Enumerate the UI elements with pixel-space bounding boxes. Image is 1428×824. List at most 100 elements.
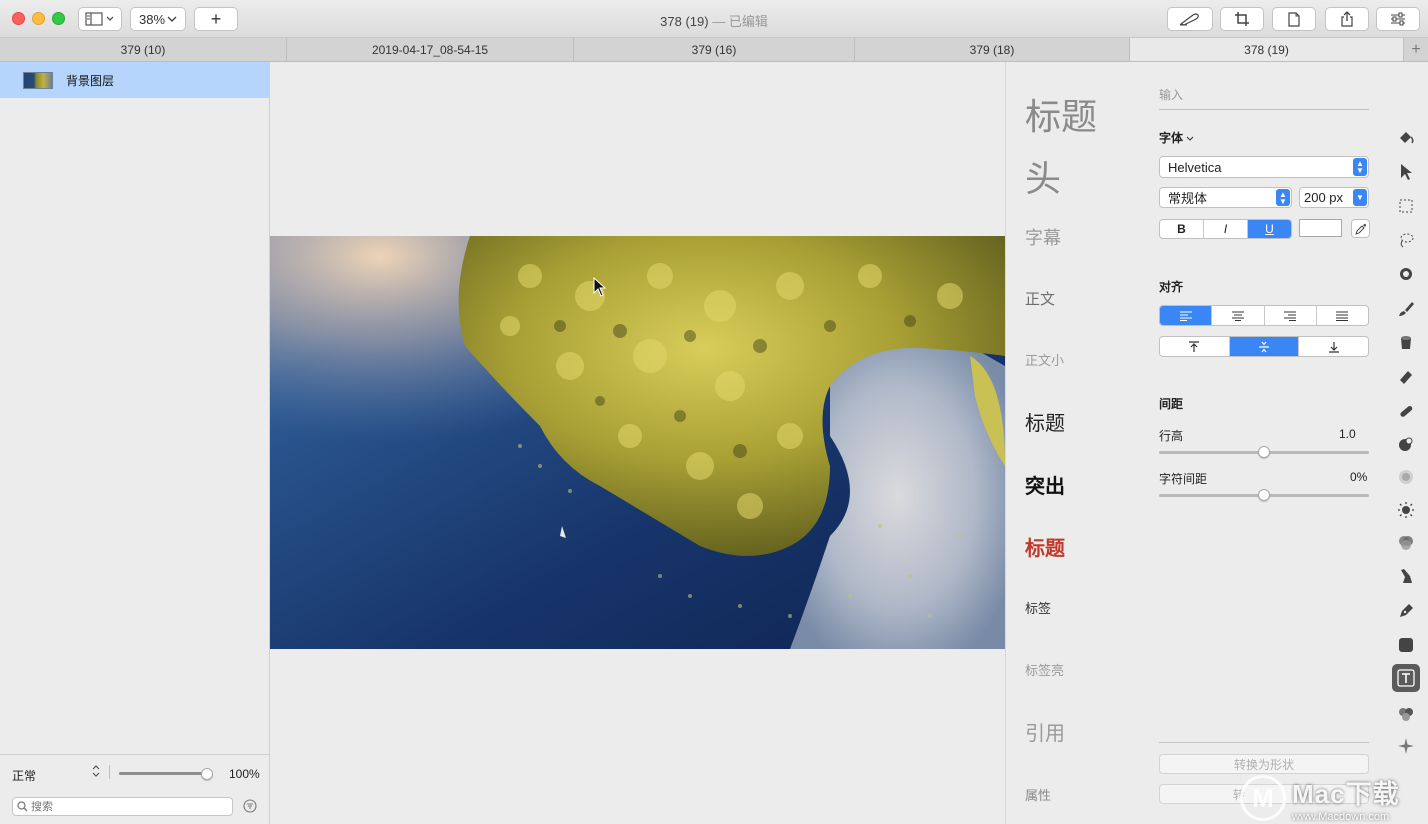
font-style-select[interactable]: 常规体 ▲ ▼	[1159, 187, 1292, 208]
new-tab-button[interactable]: +	[1404, 38, 1428, 61]
marquee-select-icon[interactable]	[1392, 192, 1420, 220]
italic-label: I	[1223, 222, 1228, 236]
style-heading[interactable]: 标题	[1025, 407, 1065, 436]
crop-button[interactable]	[1220, 7, 1264, 31]
effects-icon[interactable]	[1392, 700, 1420, 728]
align-right-button[interactable]	[1265, 306, 1317, 325]
style-heading-red[interactable]: 标题	[1025, 532, 1065, 561]
align-left-icon	[1179, 311, 1192, 321]
align-middle-button[interactable]	[1229, 337, 1300, 356]
text-input-field[interactable]: 输入	[1159, 86, 1369, 110]
text-style-list: 标题 头 字幕 正文 正文小 标题 突出 标题 标签 标签亮 引用 属性	[1005, 62, 1142, 824]
underline-button[interactable]: U	[1248, 220, 1291, 238]
eyedropper-button[interactable]	[1351, 219, 1370, 238]
font-family-value: Helvetica	[1168, 159, 1222, 175]
style-body[interactable]: 正文	[1025, 288, 1055, 309]
eraser-icon[interactable]	[1392, 363, 1420, 391]
font-size-value: 200 px	[1304, 190, 1344, 205]
style-subtitle[interactable]: 字幕	[1025, 224, 1061, 250]
layer-search-input[interactable]	[31, 800, 221, 813]
share-icon	[1341, 11, 1353, 27]
sun-icon[interactable]	[1392, 496, 1420, 524]
bandage-icon[interactable]	[1392, 397, 1420, 425]
filter-icon[interactable]	[243, 799, 257, 818]
lasso-icon[interactable]	[1392, 226, 1420, 254]
opacity-slider-knob[interactable]	[201, 768, 213, 780]
blur-icon[interactable]	[1392, 463, 1420, 491]
watermark: M Mac下载 www.Macdown.com	[1240, 772, 1428, 824]
shape-icon[interactable]	[1392, 631, 1420, 659]
style-emphasis[interactable]: 突出	[1025, 470, 1065, 499]
horizontal-align-segment	[1159, 305, 1369, 326]
color-adjust-icon[interactable]	[1392, 529, 1420, 557]
italic-button[interactable]: I	[1204, 220, 1248, 238]
tab-379-16[interactable]: 379 (16)	[574, 38, 855, 61]
opacity-slider-fill	[119, 772, 207, 775]
edited-indicator: — 已编辑	[712, 14, 768, 29]
bucket-fill-icon[interactable]	[1392, 329, 1420, 357]
tab-label: 378 (19)	[1244, 42, 1289, 57]
canvas-area[interactable]	[270, 62, 1005, 824]
stepper-arrows-icon: ▲ ▼	[1353, 158, 1367, 176]
clone-icon[interactable]	[1392, 430, 1420, 458]
align-justify-button[interactable]	[1317, 306, 1368, 325]
sliders-icon	[1391, 12, 1405, 26]
tab-378-19[interactable]: 378 (19)	[1130, 38, 1404, 61]
smudge-icon[interactable]	[1392, 562, 1420, 590]
tab-379-18[interactable]: 379 (18)	[855, 38, 1130, 61]
paint-bucket-icon[interactable]	[1392, 123, 1420, 151]
watermark-url: www.Macdown.com	[1292, 810, 1390, 823]
crop-icon	[1235, 12, 1249, 26]
style-title-large[interactable]: 标题	[1025, 88, 1097, 140]
style-quote[interactable]: 引用	[1025, 717, 1065, 746]
layer-controls: 正常 100%	[0, 754, 269, 824]
magic-select-icon[interactable]	[1392, 260, 1420, 288]
char-spacing-label: 字符间距	[1159, 472, 1208, 486]
arrow-select-icon[interactable]	[1392, 158, 1420, 186]
align-bottom-button[interactable]	[1299, 337, 1368, 356]
blend-mode-select[interactable]: 正常	[12, 767, 36, 784]
tab-label: 379 (18)	[969, 42, 1015, 57]
align-center-icon	[1231, 311, 1244, 321]
stepper-arrows-icon: ▲ ▼	[1276, 189, 1290, 206]
char-spacing-slider-knob[interactable]	[1258, 489, 1270, 501]
align-center-button[interactable]	[1212, 306, 1265, 325]
text-format-segment: B I U	[1159, 219, 1292, 239]
style-body-small[interactable]: 正文小	[1025, 350, 1064, 369]
divider	[1159, 742, 1369, 743]
stepper-arrows-icon[interactable]	[92, 765, 100, 778]
font-section-label[interactable]: 字体	[1159, 129, 1194, 146]
tab-379-10[interactable]: 379 (10)	[0, 38, 287, 61]
annotate-button[interactable]	[1167, 7, 1213, 31]
font-family-select[interactable]: Helvetica ▲ ▼	[1159, 156, 1369, 178]
layer-row-background[interactable]: 背景图层	[0, 62, 269, 98]
document-icon	[1288, 11, 1300, 27]
mouse-cursor-icon	[593, 277, 607, 297]
align-top-button[interactable]	[1160, 337, 1230, 356]
adjustments-button[interactable]	[1376, 7, 1420, 31]
align-section-label: 对齐	[1159, 280, 1184, 294]
style-attribute[interactable]: 属性	[1025, 785, 1051, 804]
underline-label: U	[1265, 222, 1274, 236]
tab-2019-04-17[interactable]: 2019-04-17_08-54-15	[287, 38, 574, 61]
layer-search-field[interactable]	[12, 797, 233, 816]
style-head[interactable]: 头	[1025, 150, 1061, 202]
pen-icon[interactable]	[1392, 597, 1420, 625]
line-height-slider-knob[interactable]	[1258, 446, 1270, 458]
brush-icon[interactable]	[1392, 295, 1420, 323]
convert-to-shape-button[interactable]: 转换为形状	[1159, 754, 1369, 774]
font-size-field[interactable]: 200 px ▼	[1299, 187, 1369, 208]
sparkle-icon[interactable]	[1392, 732, 1420, 760]
canvas-image[interactable]	[270, 236, 1005, 649]
align-left-button[interactable]	[1160, 306, 1213, 325]
convert-shape-label: 转换为形状	[1233, 757, 1294, 772]
text-color-well[interactable]	[1299, 219, 1342, 237]
window-title: 378 (19) — 已编辑	[0, 11, 1428, 30]
bold-button[interactable]: B	[1160, 220, 1204, 238]
style-label-light[interactable]: 标签亮	[1025, 660, 1064, 679]
text-tool-icon[interactable]	[1392, 664, 1420, 692]
document-button[interactable]	[1272, 7, 1316, 31]
document-name: 378 (19)	[660, 14, 709, 29]
style-label[interactable]: 标签	[1025, 598, 1051, 617]
share-button[interactable]	[1325, 7, 1369, 31]
